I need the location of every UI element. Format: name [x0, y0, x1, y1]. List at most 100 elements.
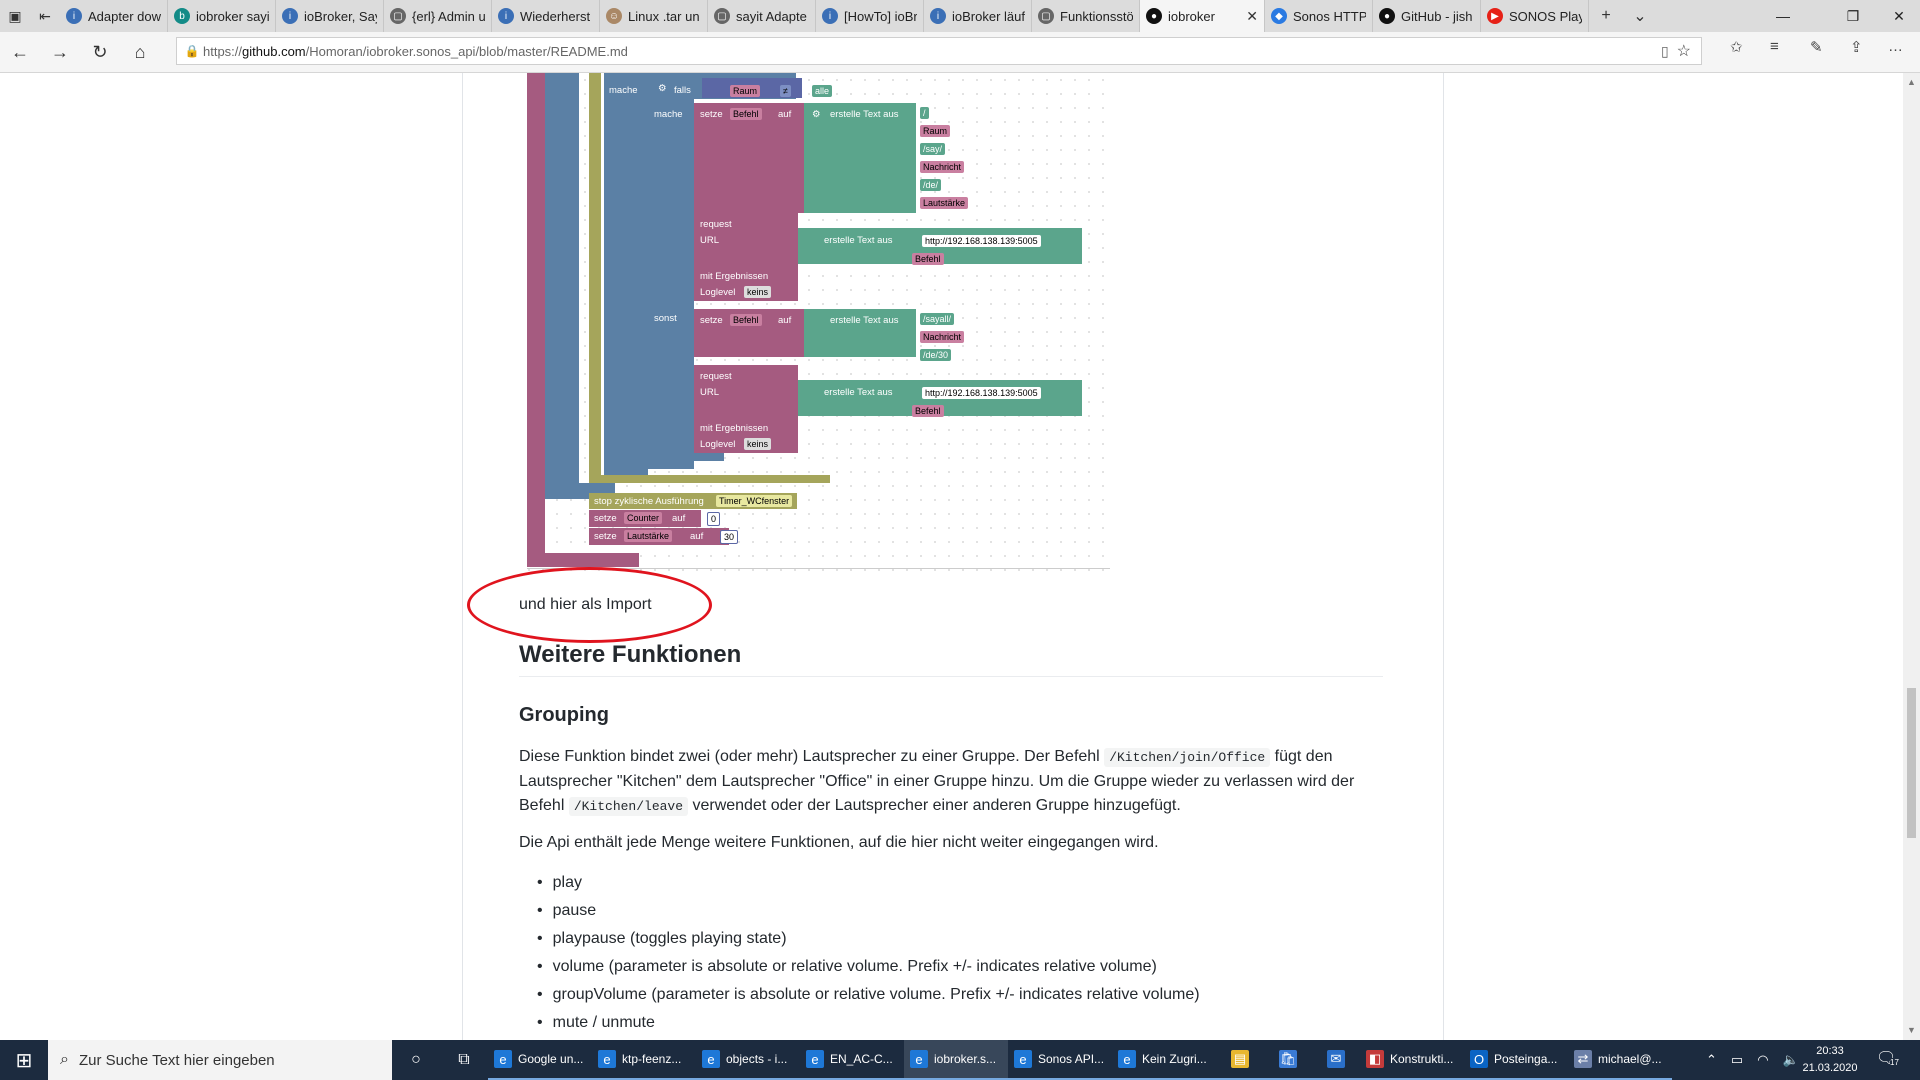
- tab-label: Wiederherst: [520, 8, 591, 24]
- restore-button[interactable]: ❐: [1830, 0, 1876, 32]
- taskbar-item-label: iobroker.s...: [934, 1052, 997, 1066]
- blockly-script-image: mache ⚙ falls Raum ≠ alle mache setze Be…: [522, 73, 1110, 573]
- scroll-up-icon[interactable]: ▲: [1907, 77, 1916, 87]
- set-aside-tabs-icon[interactable]: ⇤: [30, 0, 60, 32]
- block-stop-label: stop zyklische Ausführung: [594, 496, 704, 507]
- home-button[interactable]: ⌂: [124, 36, 156, 68]
- close-window-button[interactable]: ✕: [1876, 0, 1920, 32]
- taskbar-item-7[interactable]: ▤: [1216, 1040, 1264, 1080]
- list-item: playpause (toggles playing state): [535, 925, 1200, 953]
- tab-5[interactable]: ☺ Linux .tar un: [600, 0, 708, 32]
- tab-label: sayit Adapte: [736, 8, 807, 24]
- hub-icon[interactable]: ≡: [1770, 38, 1779, 55]
- block-loglevel2-label: Loglevel: [700, 439, 736, 450]
- tab-1[interactable]: b iobroker sayi: [168, 0, 276, 32]
- tab-label: Adapter dow: [88, 8, 161, 24]
- outlook-icon: O: [1470, 1050, 1488, 1068]
- address-bar[interactable]: 🔒 https://github.com/Homoran/iobroker.so…: [176, 37, 1702, 65]
- close-tab-icon[interactable]: ✕: [1246, 8, 1258, 25]
- block-auf3-label: auf: [672, 513, 686, 524]
- tab-label: iobroker: [1168, 8, 1215, 24]
- cortana-icon[interactable]: ○: [392, 1040, 440, 1080]
- tab-6[interactable]: ▢ sayit Adapte: [708, 0, 816, 32]
- clock-time: 20:33: [1816, 1045, 1844, 1057]
- favorites-icon[interactable]: ✩: [1730, 38, 1743, 56]
- forward-button[interactable]: →: [44, 36, 76, 68]
- reading-view-icon[interactable]: ▯: [1661, 43, 1669, 60]
- taskbar-item-1[interactable]: e ktp-feenz...: [592, 1040, 696, 1080]
- taskbar-item-label: Konstrukti...: [1390, 1052, 1454, 1066]
- wifi-icon[interactable]: ◠: [1757, 1052, 1768, 1068]
- taskbar-clock[interactable]: 20:33 21.03.2020: [1790, 1043, 1870, 1077]
- info-icon: i: [930, 8, 946, 24]
- taskbar-item-12[interactable]: ⇄ michael@...: [1568, 1040, 1672, 1080]
- block-raum2-pill: Raum: [920, 125, 951, 137]
- refresh-button[interactable]: ↻: [84, 36, 116, 68]
- tab-3[interactable]: ▢ {erl} Admin u: [384, 0, 492, 32]
- taskbar-item-8[interactable]: 🛍: [1264, 1040, 1312, 1080]
- mail-icon: ✉: [1327, 1050, 1345, 1068]
- taskbar-search[interactable]: ⌕ Zur Suche Text hier eingeben: [48, 1040, 392, 1080]
- block-auf4-label: auf: [690, 531, 704, 542]
- url-path: /Homoran/iobroker.sonos_api/blob/master/…: [305, 43, 628, 59]
- taskbar-item-9[interactable]: ✉: [1312, 1040, 1360, 1080]
- tab-label: {erl} Admin u: [412, 8, 485, 24]
- tab-13[interactable]: ▶ SONOS Play:: [1481, 0, 1589, 32]
- tab-label: ioBroker läuf: [952, 8, 1025, 24]
- navigation-bar: ← → ↻ ⌂ 🔒 https://github.com/Homoran/iob…: [0, 32, 1920, 73]
- tab-preview-chevron-icon[interactable]: ⌄: [1623, 0, 1657, 32]
- windows-start-icon[interactable]: ⊞: [0, 1040, 48, 1080]
- tray-chevron-icon[interactable]: ⌃: [1706, 1052, 1717, 1068]
- more-icon[interactable]: …: [1888, 38, 1903, 55]
- notes-icon[interactable]: ✎: [1810, 38, 1823, 56]
- info-icon: i: [282, 8, 298, 24]
- taskbar-item-0[interactable]: e Google un...: [488, 1040, 592, 1080]
- tab-9[interactable]: ▢ Funktionsstö: [1032, 0, 1140, 32]
- taskbar-item-10[interactable]: ◧ Konstrukti...: [1360, 1040, 1464, 1080]
- scroll-down-icon[interactable]: ▼: [1907, 1025, 1916, 1035]
- share-icon[interactable]: ⇪: [1850, 38, 1863, 56]
- taskbar-item-4[interactable]: e iobroker.s...: [904, 1040, 1008, 1080]
- edge-icon: e: [1118, 1050, 1136, 1068]
- taskbar-item-5[interactable]: e Sonos API...: [1008, 1040, 1112, 1080]
- tab-12[interactable]: ● GitHub - jish: [1373, 0, 1481, 32]
- taskbar-item-11[interactable]: O Posteinga...: [1464, 1040, 1568, 1080]
- block-lautstaerke2-pill: Lautstärke: [624, 530, 673, 542]
- block-gear-icon: ⚙: [658, 83, 667, 94]
- bing-icon: b: [174, 8, 190, 24]
- block-setze2-label: setze: [700, 315, 723, 326]
- tab-bar: ▣ ⇤ i Adapter dow b iobroker sayi i ioBroker,…: [0, 0, 1920, 32]
- tab-11[interactable]: ◆ Sonos HTTP: [1265, 0, 1373, 32]
- edge-icon: e: [806, 1050, 824, 1068]
- block-request-label: request: [700, 219, 732, 230]
- block-erstelle2-label: erstelle Text aus: [824, 235, 893, 246]
- tab-7[interactable]: i [HowTo] ioBr: [816, 0, 924, 32]
- new-tab-button[interactable]: +: [1589, 0, 1623, 32]
- taskbar-item-label: EN_AC-C...: [830, 1052, 893, 1066]
- tab-2[interactable]: i ioBroker, Say: [276, 0, 384, 32]
- scrollbar-thumb[interactable]: [1907, 688, 1916, 838]
- edge-icon: e: [1014, 1050, 1032, 1068]
- back-button[interactable]: ←: [4, 36, 36, 68]
- tab-4[interactable]: i Wiederherst: [492, 0, 600, 32]
- taskbar-item-6[interactable]: e Kein Zugri...: [1112, 1040, 1216, 1080]
- heading-grouping: Grouping: [519, 704, 609, 726]
- battery-icon[interactable]: ▭: [1731, 1052, 1743, 1068]
- tab-8[interactable]: i ioBroker läuf: [924, 0, 1032, 32]
- block-befehl4-pill: Befehl: [912, 405, 944, 417]
- favorite-star-icon[interactable]: ☆: [1677, 41, 1691, 61]
- tab-10[interactable]: ● iobroker ✕: [1140, 0, 1265, 32]
- grouping-paragraph: Diese Funktion bindet zwei (oder mehr) L…: [519, 745, 1379, 819]
- block-setze4-label: setze: [594, 531, 617, 542]
- store-icon: 🛍: [1279, 1050, 1297, 1068]
- action-center-icon[interactable]: 🗨 17: [1876, 1048, 1902, 1072]
- tab-0[interactable]: i Adapter dow: [60, 0, 168, 32]
- minimize-button[interactable]: —: [1760, 0, 1806, 32]
- tab-actions-icon[interactable]: ▣: [0, 0, 30, 32]
- tab-label: ioBroker, Say: [304, 8, 377, 24]
- task-view-icon[interactable]: ⧉: [440, 1040, 488, 1080]
- page-scrollbar[interactable]: ▲ ▼: [1903, 73, 1920, 1040]
- lock-icon: 🔒: [184, 44, 200, 58]
- taskbar-item-3[interactable]: e EN_AC-C...: [800, 1040, 904, 1080]
- taskbar-item-2[interactable]: e objects - i...: [696, 1040, 800, 1080]
